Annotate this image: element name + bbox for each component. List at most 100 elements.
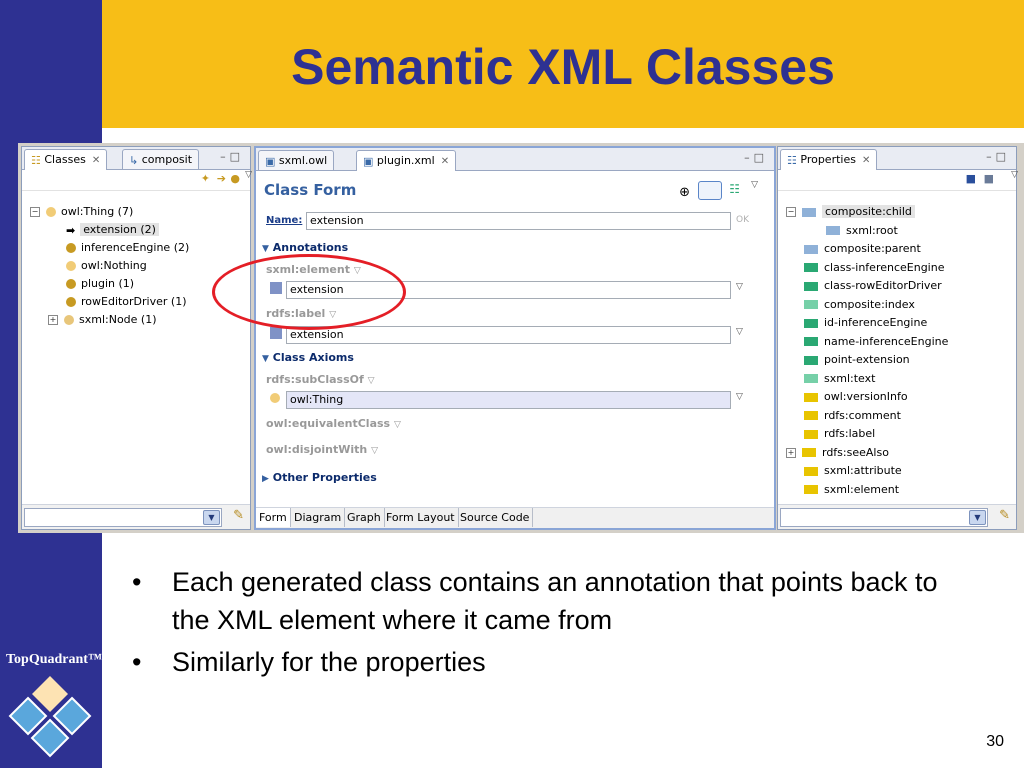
- editor-tabbar: ▣ sxml.owl ▣ plugin.xml ✕ –□: [256, 148, 774, 171]
- tree-row[interactable]: + rdfs:seeAlso: [786, 444, 889, 461]
- tree-row[interactable]: rdfs:label: [804, 425, 875, 442]
- tree-row[interactable]: rowEditorDriver (1): [66, 293, 187, 310]
- minimize-maximize-icons[interactable]: –□: [220, 150, 244, 163]
- property-icon: [804, 337, 818, 346]
- grid-view-icon[interactable]: ☷: [729, 182, 740, 196]
- close-icon[interactable]: ✕: [862, 155, 870, 166]
- annotations-section[interactable]: ▼ Annotations: [262, 241, 348, 254]
- chevron-down-icon[interactable]: ▼: [203, 510, 220, 525]
- create-class-icon[interactable]: ✦: [201, 172, 210, 185]
- tree-row[interactable]: class-rowEditorDriver: [804, 277, 942, 294]
- bullet-list: • Each generated class contains an annota…: [122, 563, 982, 685]
- subclassof-field[interactable]: owl:Thing: [286, 391, 731, 409]
- tree-row[interactable]: owl:Nothing: [66, 257, 147, 274]
- collapse-icon[interactable]: −: [30, 207, 40, 217]
- add-widget-icon[interactable]: ⊕: [679, 185, 690, 200]
- tab-diagram[interactable]: Diagram: [291, 508, 346, 527]
- tree-row[interactable]: composite:index: [804, 296, 915, 313]
- tree-row[interactable]: owl:versionInfo: [804, 388, 908, 405]
- property-icon: [804, 392, 818, 402]
- tree-row[interactable]: − composite:child: [786, 203, 915, 220]
- tree-row[interactable]: sxml:element: [804, 481, 899, 498]
- create-property-icon[interactable]: ■: [966, 172, 976, 185]
- expand-icon[interactable]: +: [786, 447, 796, 458]
- tree-row[interactable]: sxml:text: [804, 370, 875, 387]
- topquadrant-logo-text: TopQuadrant™: [6, 652, 102, 667]
- tree-row[interactable]: sxml:attribute: [804, 462, 902, 479]
- hierarchy-icon: ↳: [129, 153, 139, 167]
- property-icon: [804, 355, 818, 365]
- page-number: 30: [986, 733, 1004, 750]
- editor-pane: ▣ sxml.owl ▣ plugin.xml ✕ –□ Class Form ⊕…: [254, 146, 776, 530]
- property-icon: [802, 207, 816, 217]
- minimize-maximize-icons[interactable]: –□: [744, 151, 768, 164]
- tree-row[interactable]: point-extension: [804, 351, 910, 368]
- classes-toolbar: ✦ ➔ ● ▽: [22, 170, 252, 191]
- property-icon: [804, 411, 818, 420]
- tree-row[interactable]: ➡ extension (2): [66, 221, 159, 238]
- rdfs-label-field[interactable]: extension: [286, 326, 731, 344]
- layout-toggle-icon[interactable]: [698, 181, 722, 200]
- ok-button[interactable]: OK: [736, 215, 749, 225]
- property-label: name-inferenceEngine: [824, 334, 949, 348]
- view-menu-icon[interactable]: ▽: [245, 170, 252, 180]
- app-screenshot: ☷ Classes ✕ ↳ composit –□ ✦ ➔ ● ▽ − owl:Th…: [18, 143, 1024, 533]
- tree-row[interactable]: inferenceEngine (2): [66, 239, 189, 256]
- properties-toolbar: ■ ■ ▽: [778, 170, 1018, 191]
- class-search-combo[interactable]: ▼: [24, 508, 222, 527]
- view-menu-icon[interactable]: ▽: [1011, 170, 1018, 180]
- tree-row[interactable]: plugin (1): [66, 275, 134, 292]
- create-subclass-icon[interactable]: ➔: [217, 172, 226, 185]
- tree-row[interactable]: sxml:root: [826, 222, 898, 239]
- expand-icon[interactable]: +: [48, 315, 58, 325]
- class-icon: [66, 261, 76, 271]
- other-properties-section[interactable]: ▶ Other Properties: [262, 471, 377, 484]
- property-label: class-rowEditorDriver: [824, 279, 942, 292]
- chevron-down-icon[interactable]: ▼: [969, 510, 986, 525]
- file-icon: ▣: [265, 154, 276, 168]
- class-hierarchy-icon: ☷: [31, 153, 41, 167]
- tab-composit[interactable]: ↳ composit: [122, 149, 200, 169]
- property-icon: [802, 448, 816, 457]
- collapse-icon[interactable]: −: [786, 207, 796, 217]
- property-label: sxml:attribute: [824, 464, 902, 477]
- class-axioms-section[interactable]: ▼ Class Axioms: [262, 351, 354, 364]
- tab-source-code[interactable]: Source Code: [457, 508, 534, 527]
- tree-row[interactable]: + sxml:Node (1): [48, 311, 157, 328]
- tree-row[interactable]: id-inferenceEngine: [804, 314, 927, 331]
- minimize-maximize-icons[interactable]: –□: [986, 150, 1010, 163]
- property-label: sxml:root: [846, 223, 898, 237]
- search-pencil-icon[interactable]: ✎: [999, 508, 1010, 523]
- tab-form[interactable]: Form: [256, 508, 291, 527]
- tree-row[interactable]: class-inferenceEngine: [804, 259, 944, 276]
- property-search-combo[interactable]: ▼: [780, 508, 988, 527]
- chevron-down-icon[interactable]: ▽: [736, 392, 743, 402]
- tree-row[interactable]: − owl:Thing (7): [30, 203, 133, 220]
- tab-form-layout[interactable]: Form Layout: [383, 508, 459, 527]
- name-field[interactable]: extension: [306, 212, 731, 230]
- tab-classes[interactable]: ☷ Classes ✕: [24, 149, 108, 170]
- classes-tabbar: ☷ Classes ✕ ↳ composit –□: [22, 147, 250, 170]
- close-icon[interactable]: ✕: [441, 156, 449, 167]
- tab-plugin-xml[interactable]: ▣ plugin.xml ✕: [356, 150, 457, 171]
- class-icon: [66, 279, 76, 289]
- tree-row[interactable]: name-inferenceEngine: [804, 333, 948, 350]
- tab-properties[interactable]: ☷ Properties ✕: [780, 149, 878, 170]
- chevron-down-icon[interactable]: ▽: [736, 327, 743, 337]
- properties-icon: ☷: [787, 153, 797, 167]
- property-icon: [804, 281, 818, 291]
- chevron-down-icon[interactable]: ▽: [736, 282, 743, 292]
- tab-graph[interactable]: Graph: [344, 508, 385, 527]
- search-pencil-icon[interactable]: ✎: [233, 508, 244, 523]
- property-label: point-extension: [824, 353, 910, 366]
- topquadrant-logo-icon: [8, 676, 92, 758]
- class-icon: [66, 243, 76, 253]
- property-label: rdfs:comment: [824, 408, 901, 422]
- close-icon[interactable]: ✕: [92, 155, 100, 166]
- delete-class-icon[interactable]: ●: [230, 172, 240, 185]
- delete-property-icon[interactable]: ■: [984, 172, 994, 185]
- tree-row[interactable]: rdfs:comment: [804, 407, 901, 424]
- view-menu-icon[interactable]: ▽: [751, 180, 758, 190]
- tab-sxml-owl[interactable]: ▣ sxml.owl: [258, 150, 335, 170]
- tree-row[interactable]: composite:parent: [804, 240, 921, 257]
